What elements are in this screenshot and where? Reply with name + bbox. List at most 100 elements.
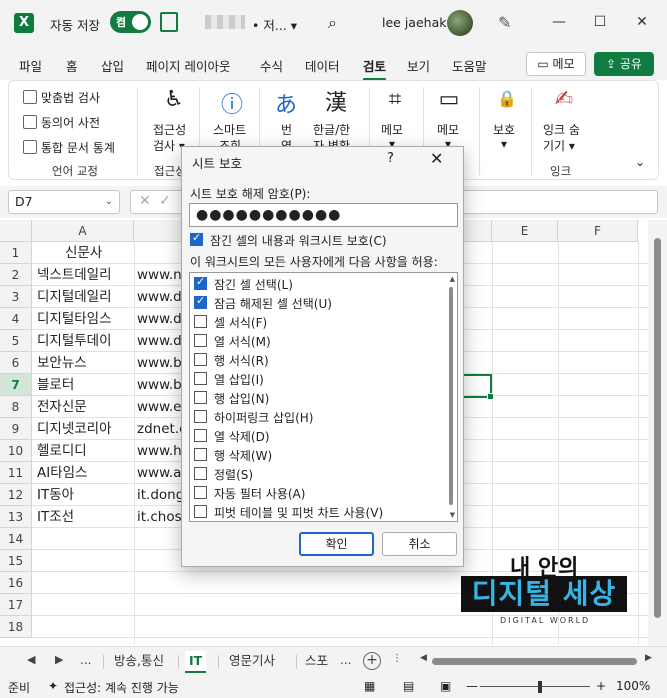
column-header-b[interactable]: [134, 220, 182, 242]
memo-ribbon-button[interactable]: 메모: [381, 121, 403, 138]
tab-insert[interactable]: 삽입: [101, 56, 124, 75]
next-sheet-icon[interactable]: ▶: [55, 653, 63, 666]
hide-ink-dropdown[interactable]: 기기 ▾: [543, 137, 575, 154]
chevron-down-icon[interactable]: ⌄: [105, 191, 113, 213]
cell-b[interactable]: www.h: [134, 440, 182, 462]
cell-a[interactable]: 디지넷코리아: [34, 418, 132, 440]
pen-icon[interactable]: ✎: [498, 13, 511, 32]
column-header-f[interactable]: F: [558, 220, 638, 242]
cell-b[interactable]: www.b: [134, 374, 182, 396]
memo-button[interactable]: ▭ 메모: [526, 52, 586, 76]
row-header[interactable]: 4: [0, 308, 32, 330]
vertical-scrollbar[interactable]: [648, 220, 667, 646]
permission-checkbox[interactable]: [194, 505, 207, 518]
cell-b[interactable]: [134, 242, 182, 264]
tab-help[interactable]: 도움말: [452, 56, 487, 75]
zoom-out-button[interactable]: —: [466, 679, 478, 693]
confirm-icon[interactable]: ✓: [159, 193, 171, 209]
sheet-tab-broadcast[interactable]: 방송,통신: [110, 651, 168, 673]
row-header[interactable]: 16: [0, 572, 32, 594]
ribbon-collapse-icon[interactable]: ⌄: [635, 155, 645, 169]
select-all-corner[interactable]: [0, 220, 32, 242]
cell-a[interactable]: IT조선: [34, 506, 132, 528]
row-header[interactable]: 13: [0, 506, 32, 528]
permission-checkbox[interactable]: [194, 429, 207, 442]
permission-checkbox[interactable]: [194, 334, 207, 347]
permission-checkbox[interactable]: [194, 467, 207, 480]
filename-dropdown[interactable]: • 저... ▾: [252, 15, 297, 34]
cell-b[interactable]: www.b: [134, 352, 182, 374]
list-scroll-down-icon[interactable]: ▼: [450, 511, 455, 519]
maximize-button[interactable]: ☐: [586, 10, 614, 34]
prev-sheet-icon[interactable]: ◀: [27, 653, 35, 666]
thesaurus-button[interactable]: 동의어 사전: [23, 114, 100, 131]
cell-b[interactable]: www.d: [134, 286, 182, 308]
row-header[interactable]: 12: [0, 484, 32, 506]
scroll-right-icon[interactable]: ▶: [645, 653, 652, 663]
cell-a[interactable]: 보안뉴스: [34, 352, 132, 374]
cell-b[interactable]: www.d: [134, 330, 182, 352]
permission-checkbox[interactable]: [194, 294, 207, 309]
more-sheets-right[interactable]: ...: [340, 653, 351, 667]
save-icon[interactable]: [160, 12, 178, 32]
avatar[interactable]: [447, 10, 473, 36]
accessibility-icon[interactable]: ✦: [48, 679, 58, 693]
permission-checkbox[interactable]: [194, 410, 207, 423]
permission-checkbox[interactable]: [194, 391, 207, 404]
cell-a[interactable]: 전자신문: [34, 396, 132, 418]
tab-formulas[interactable]: 수식: [260, 56, 283, 75]
help-icon[interactable]: ?: [387, 151, 394, 166]
ok-button[interactable]: 확인: [299, 532, 374, 556]
row-header[interactable]: 17: [0, 594, 32, 616]
cell-b[interactable]: it.chos: [134, 506, 182, 528]
search-icon[interactable]: ⌕: [328, 13, 346, 32]
cancel-button[interactable]: 취소: [382, 532, 457, 556]
tab-page-layout[interactable]: 페이지 레이아웃: [146, 56, 230, 75]
spelling-button[interactable]: 맞춤법 검사: [23, 89, 100, 106]
autosave-toggle[interactable]: 켬: [110, 11, 151, 33]
hanja-button[interactable]: 한글/한: [313, 121, 350, 138]
protect-contents-checkbox[interactable]: [190, 231, 203, 246]
row-header[interactable]: 8: [0, 396, 32, 418]
permission-checkbox[interactable]: [194, 315, 207, 328]
cell-a[interactable]: 블로터: [34, 374, 132, 396]
cell-a[interactable]: 디지털투데이: [34, 330, 132, 352]
minimize-button[interactable]: —: [545, 10, 573, 34]
close-button[interactable]: ✕: [628, 10, 656, 34]
zoom-level[interactable]: 100%: [616, 679, 650, 693]
row-header[interactable]: 1: [0, 242, 32, 264]
list-scroll-thumb[interactable]: [449, 287, 453, 505]
row-header[interactable]: 15: [0, 550, 32, 572]
cell-b[interactable]: zdnet.c: [134, 418, 182, 440]
permission-checkbox[interactable]: [194, 353, 207, 366]
permission-checkbox[interactable]: [194, 486, 207, 499]
row-header[interactable]: 11: [0, 462, 32, 484]
column-header-a[interactable]: A: [32, 220, 134, 242]
protect-dropdown[interactable]: ▾: [501, 137, 507, 151]
sheet-tab-english[interactable]: 영문기사: [225, 651, 279, 673]
selected-cell[interactable]: [462, 374, 494, 400]
row-header[interactable]: 14: [0, 528, 32, 550]
accessibility-button[interactable]: 접근성: [153, 121, 186, 138]
cell-b[interactable]: it.dong: [134, 484, 182, 506]
permission-checkbox[interactable]: [194, 448, 207, 461]
page-break-icon[interactable]: ▣: [440, 679, 451, 693]
column-header-e[interactable]: E: [492, 220, 558, 242]
column-header-d[interactable]: [462, 220, 492, 242]
tab-file[interactable]: 파일: [19, 56, 42, 75]
row-header[interactable]: 7: [0, 374, 32, 396]
sheet-tab-sports[interactable]: 스포: [301, 651, 332, 673]
page-layout-icon[interactable]: ▤: [403, 679, 414, 693]
tab-data[interactable]: 데이터: [305, 56, 340, 75]
cell-a[interactable]: IT동아: [34, 484, 132, 506]
translate-button[interactable]: 번: [281, 121, 292, 138]
accessibility-status[interactable]: 접근성: 계속 진행 가능: [64, 679, 179, 696]
horizontal-scroll-thumb[interactable]: [432, 658, 637, 665]
row-header[interactable]: 9: [0, 418, 32, 440]
name-box[interactable]: D7 ⌄: [8, 190, 120, 214]
zoom-in-button[interactable]: +: [596, 679, 606, 693]
normal-view-icon[interactable]: ▦: [364, 679, 375, 693]
cell-b[interactable]: www.d: [134, 308, 182, 330]
permission-checkbox[interactable]: [194, 275, 207, 290]
scroll-thumb[interactable]: [654, 238, 661, 618]
